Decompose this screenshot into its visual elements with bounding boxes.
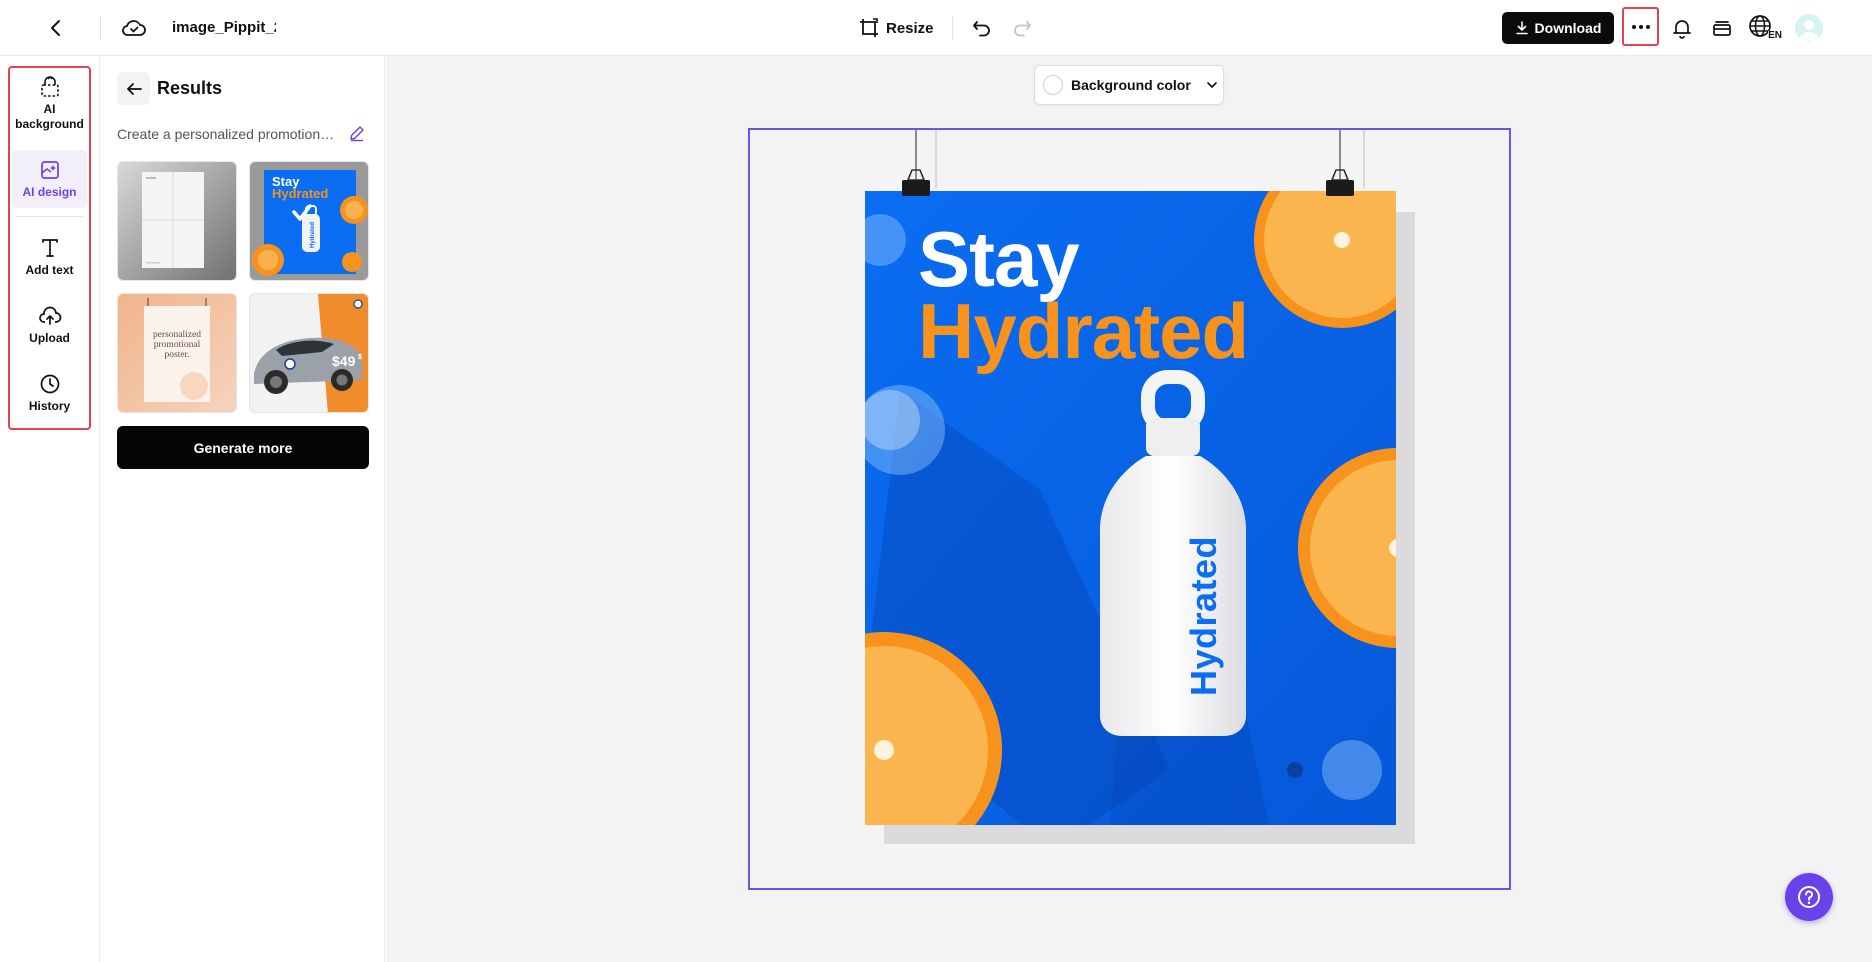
top-bar: image_Pippit_20 Resize Download EN [0, 0, 1872, 56]
avatar[interactable] [1795, 14, 1823, 42]
file-name[interactable]: image_Pippit_20 [172, 19, 276, 36]
pencil-icon [350, 126, 364, 142]
thumb-price: $49 [332, 353, 356, 369]
more-options-button[interactable] [1622, 7, 1659, 46]
rail-item-ai-design[interactable]: AI design [12, 150, 87, 208]
generate-more-button[interactable]: Generate more [117, 426, 369, 469]
resize-button[interactable]: Resize [858, 12, 934, 44]
edit-prompt-button[interactable] [348, 124, 368, 144]
help-button[interactable] [1785, 873, 1833, 921]
divider [952, 16, 953, 40]
undo-icon [973, 21, 990, 37]
back-button[interactable] [42, 12, 70, 44]
help-icon [1798, 886, 1820, 908]
notifications-button[interactable] [1668, 14, 1696, 42]
thumb-poster-text: personalized promotional poster. [152, 330, 201, 360]
redo-icon [1014, 21, 1031, 37]
more-icon [1631, 24, 1636, 29]
result-thumbnail[interactable]: personalized promotional poster. [117, 293, 237, 413]
thumb-price-sup: $ [358, 354, 362, 361]
ai-design-icon [40, 160, 59, 179]
poster-image: Stay Hydrated Hydrated [865, 191, 1396, 825]
results-panel: Results Create a personalized promotiona… [100, 56, 385, 962]
result-thumbnail-selected[interactable]: Stay Hydrated Hydrated [249, 161, 369, 281]
color-swatch [1043, 75, 1063, 95]
undo-button[interactable] [968, 14, 996, 42]
user-icon [1799, 20, 1819, 41]
background-color-button[interactable]: Background color [1034, 65, 1224, 105]
thumb-title-line2: Hydrated [272, 186, 328, 201]
panel-title: Results [157, 78, 223, 98]
history-icon [40, 374, 59, 393]
chevron-down-icon [1206, 82, 1217, 88]
resize-icon [860, 18, 878, 37]
language-button[interactable]: EN [1748, 12, 1782, 44]
download-icon [1515, 21, 1528, 35]
redo-button[interactable] [1008, 14, 1036, 42]
result-thumbnail[interactable]: $49 $ [249, 293, 369, 413]
cloud-sync-icon[interactable] [120, 14, 148, 42]
rail-label: History [28, 398, 71, 413]
poster-headline-line2: Hydrated [918, 287, 1248, 375]
rail-label: Add text [25, 262, 74, 277]
download-label: Download [1534, 20, 1602, 36]
chevron-left-icon [51, 20, 60, 36]
rail-item-history[interactable]: History [12, 364, 87, 422]
result-thumbnail[interactable] [117, 161, 237, 281]
layers-icon [1713, 21, 1731, 36]
tool-rail: AI background AI design Add text Upload … [0, 56, 100, 962]
results-back-button[interactable] [117, 72, 150, 105]
rail-label: AI background [15, 102, 84, 131]
subscription-button[interactable] [1708, 14, 1736, 42]
bell-icon [1673, 20, 1691, 39]
rail-label: AI design [22, 184, 77, 199]
download-button[interactable]: Download [1502, 12, 1614, 44]
upload-icon [38, 306, 61, 325]
thumb-bottle-text: Hydrated [310, 222, 316, 248]
language-label: EN [1768, 30, 1782, 41]
prompt-text: Create a personalized promotional poster… [117, 126, 339, 142]
divider [16, 216, 83, 217]
arrow-left-icon [126, 82, 142, 95]
ai-background-icon [40, 76, 59, 97]
background-color-label: Background color [1071, 77, 1191, 93]
resize-label: Resize [886, 19, 934, 37]
divider [100, 16, 101, 40]
rail-label: Upload [29, 330, 70, 345]
bottle-text: Hydrated [1183, 536, 1224, 696]
artboard[interactable]: Stay Hydrated Hydrated [748, 128, 1511, 890]
rail-item-add-text[interactable]: Add text [12, 228, 87, 286]
rail-item-ai-background[interactable]: AI background [12, 72, 87, 136]
rail-item-upload[interactable]: Upload [12, 296, 87, 354]
text-icon [41, 238, 58, 257]
